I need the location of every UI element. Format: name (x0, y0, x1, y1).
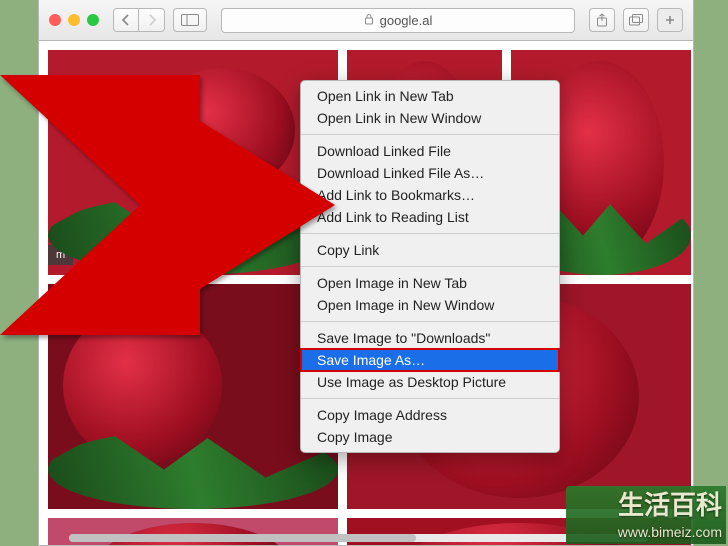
sidebar-button[interactable] (173, 8, 207, 32)
forward-button[interactable] (139, 8, 165, 32)
menu-item[interactable]: Open Link in New Tab (301, 85, 559, 107)
back-button[interactable] (113, 8, 139, 32)
menu-item[interactable]: Open Image in New Tab (301, 272, 559, 294)
image-caption: m (48, 245, 73, 265)
menu-item[interactable]: Copy Image Address (301, 404, 559, 426)
menu-separator (301, 398, 559, 399)
address-bar[interactable]: google.al (221, 8, 575, 33)
url-text: google.al (380, 13, 433, 28)
menu-item[interactable]: Use Image as Desktop Picture (301, 371, 559, 393)
horizontal-scrollbar[interactable] (69, 534, 648, 542)
menu-item[interactable]: Add Link to Reading List (301, 206, 559, 228)
window-controls (49, 14, 99, 26)
new-tab-button[interactable] (657, 8, 683, 32)
menu-item[interactable]: Save Image As… (301, 349, 559, 371)
menu-item[interactable]: Download Linked File (301, 140, 559, 162)
watermark-url: www.bimeiz.com (618, 523, 722, 542)
menu-separator (301, 233, 559, 234)
close-window-button[interactable] (49, 14, 61, 26)
watermark-title: 生活百科 (618, 488, 722, 523)
menu-separator (301, 321, 559, 322)
menu-item[interactable]: Open Image in New Window (301, 294, 559, 316)
menu-item[interactable]: Save Image to "Downloads" (301, 327, 559, 349)
nav-back-forward (113, 8, 165, 32)
menu-item[interactable]: Download Linked File As… (301, 162, 559, 184)
minimize-window-button[interactable] (68, 14, 80, 26)
toolbar: google.al (39, 0, 693, 41)
menu-item[interactable]: Copy Link (301, 239, 559, 261)
lock-icon (364, 13, 374, 28)
zoom-window-button[interactable] (87, 14, 99, 26)
menu-item[interactable]: Add Link to Bookmarks… (301, 184, 559, 206)
menu-separator (301, 266, 559, 267)
image-result[interactable] (48, 284, 338, 509)
context-menu: Open Link in New TabOpen Link in New Win… (300, 80, 560, 453)
menu-item[interactable]: Open Link in New Window (301, 107, 559, 129)
share-button[interactable] (589, 8, 615, 32)
tabs-button[interactable] (623, 8, 649, 32)
image-result[interactable]: m (48, 50, 338, 275)
menu-item[interactable]: Copy Image (301, 426, 559, 448)
menu-separator (301, 134, 559, 135)
scrollbar-thumb[interactable] (69, 534, 416, 542)
watermark: 生活百科 www.bimeiz.com (618, 488, 722, 542)
